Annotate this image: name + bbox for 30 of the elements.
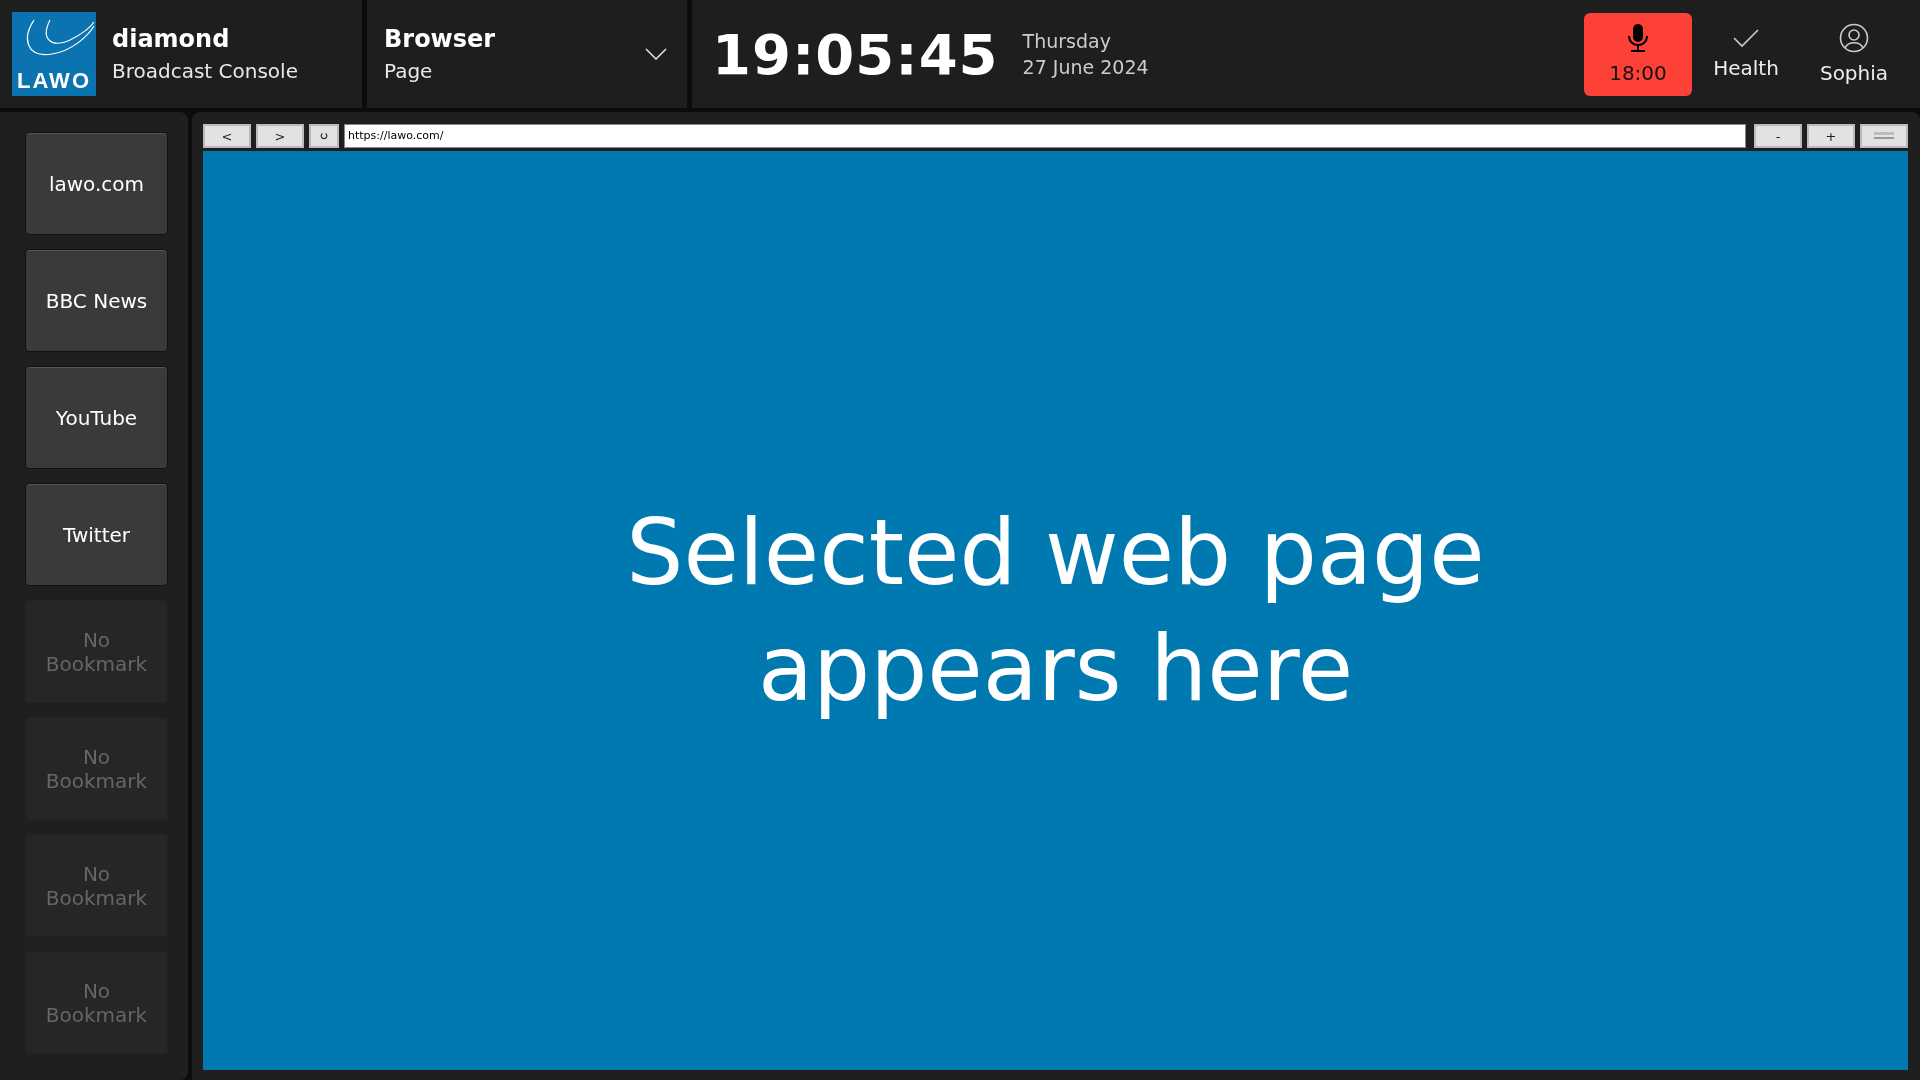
- forward-button[interactable]: >: [256, 124, 304, 148]
- microphone-icon: [1626, 23, 1650, 53]
- zoom-out-button[interactable]: -: [1754, 124, 1802, 148]
- checkmark-icon: [1733, 28, 1759, 48]
- clock-time: 19:05:45: [712, 21, 999, 87]
- reload-icon: [320, 132, 328, 140]
- user-button[interactable]: Sophia: [1800, 12, 1908, 96]
- menu-button[interactable]: [1860, 124, 1908, 148]
- bookmark-button[interactable]: BBC News: [25, 249, 168, 352]
- chevron-down-icon: [645, 48, 667, 60]
- menu-icon: [1874, 132, 1894, 140]
- back-button[interactable]: <: [203, 124, 251, 148]
- product-name: diamond: [112, 25, 231, 53]
- reload-button[interactable]: [309, 124, 339, 148]
- date: 27 June 2024: [1022, 56, 1149, 78]
- bookmark-button[interactable]: lawo.com: [25, 132, 168, 235]
- weekday: Thursday: [1022, 30, 1112, 52]
- bookmark-button[interactable]: YouTube: [25, 366, 168, 469]
- mic-button[interactable]: 18:00: [1584, 12, 1692, 96]
- logo-text: LAWO: [17, 70, 91, 92]
- page-subtitle: Page: [384, 59, 434, 83]
- bookmark-button[interactable]: Twitter: [25, 483, 168, 586]
- product-subtitle: Broadcast Console: [112, 59, 298, 83]
- url-field[interactable]: https://lawo.com/: [344, 124, 1746, 148]
- page-selector[interactable]: Browser Page: [367, 0, 687, 108]
- health-button[interactable]: Health: [1692, 12, 1800, 96]
- placeholder-message: Selected web page appears here: [625, 498, 1486, 723]
- user-icon: [1839, 23, 1869, 53]
- page-title: Browser: [384, 25, 496, 53]
- zoom-in-button[interactable]: +: [1807, 124, 1855, 148]
